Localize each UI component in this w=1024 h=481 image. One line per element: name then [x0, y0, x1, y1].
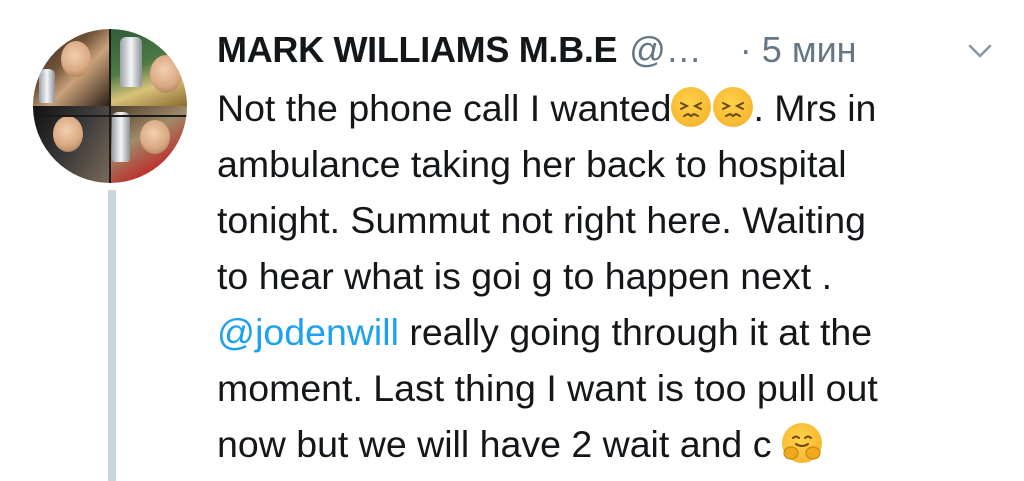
tweet-line: ambulance taking her back to hospital: [217, 143, 847, 185]
tweet-line: tonight. Summut not right here. Waiting: [217, 199, 866, 241]
avatar-photo-1: [33, 29, 110, 106]
tweet-line: Not the phone call I wanted. Mrs in: [217, 87, 877, 129]
avatar-photo-2: [110, 29, 187, 106]
confounded-face-icon: [671, 87, 712, 127]
author-handle[interactable]: @…: [629, 29, 702, 71]
tweet-line: now but we will have 2 wait and c: [217, 416, 1017, 472]
confounded-face-icon: [713, 87, 754, 127]
chevron-down-icon[interactable]: [965, 36, 995, 66]
tweet-line: moment. Last thing I want is too pull ou…: [217, 367, 878, 409]
mention-link[interactable]: @jodenwill: [217, 311, 399, 353]
tweet-header: MARK WILLIAMS M.B.E @… · 5 мин: [217, 26, 1007, 74]
separator-dot: ·: [739, 29, 752, 70]
hugging-face-icon: [781, 423, 822, 463]
tweet-line: @jodenwill really going through it at th…: [217, 311, 873, 353]
tweet-text: Not the phone call I wanted. Mrs in ambu…: [217, 80, 1017, 472]
avatar[interactable]: [33, 29, 187, 183]
thread-line: [108, 190, 116, 481]
timestamp[interactable]: 5 мин: [762, 29, 857, 71]
author-name[interactable]: MARK WILLIAMS M.B.E: [217, 29, 618, 71]
avatar-photo-4: [110, 106, 187, 183]
avatar-photo-3: [33, 106, 110, 183]
tweet[interactable]: MARK WILLIAMS M.B.E @… · 5 мин Not the p…: [0, 0, 1024, 481]
tweet-line: to hear what is goi g to happen next .: [217, 255, 832, 297]
